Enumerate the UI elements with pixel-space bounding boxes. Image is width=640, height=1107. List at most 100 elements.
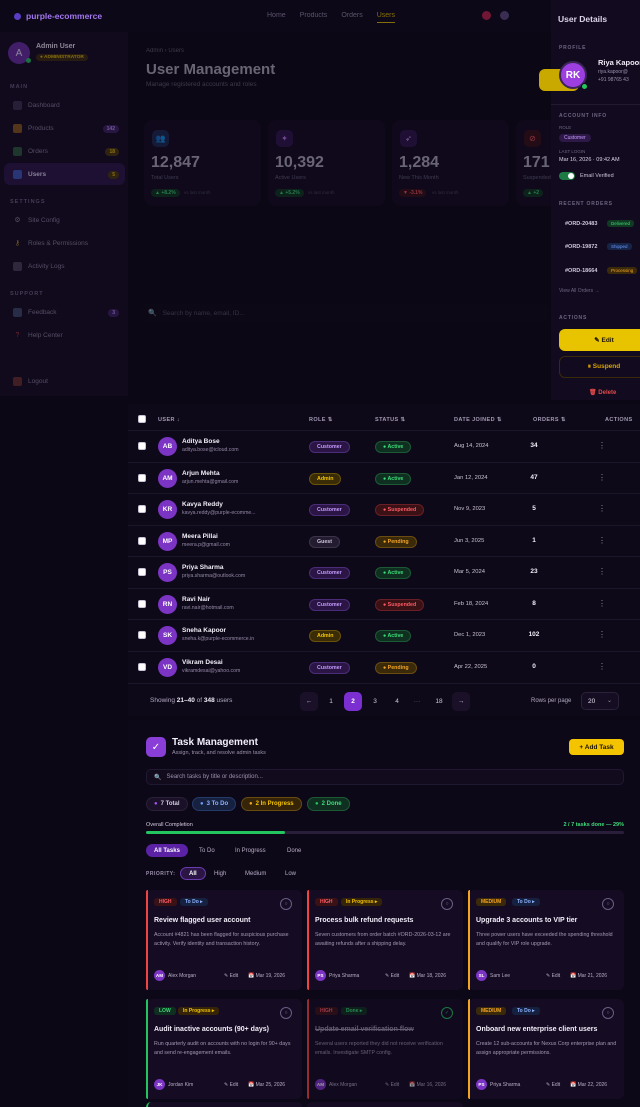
select-all-checkbox[interactable]	[138, 415, 146, 423]
edit-task-button[interactable]: ✎ Edit	[385, 973, 399, 979]
table-row[interactable]: VD Vikram Desai vikramdesai@yahoo.com Cu…	[128, 651, 640, 682]
sidebar-item-site-config[interactable]: ⚙ Site Config	[4, 209, 125, 231]
task-card[interactable]: MEDIUM To Do ▸ ○ Upgrade 3 accounts to V…	[468, 890, 624, 990]
table-row[interactable]: SK Sneha Kapoor sneha.k@purple-ecommerce…	[128, 619, 640, 650]
sidebar-item-feedback[interactable]: Feedback 3	[4, 301, 125, 323]
task-status-badge[interactable]: In Progress ▸	[178, 1007, 220, 1015]
table-row[interactable]: MP Meera Pillai meera.p@gmail.com Guest …	[128, 525, 640, 556]
complete-toggle[interactable]: ○	[441, 898, 453, 910]
column-header-status[interactable]: STATUS ⇅	[375, 417, 406, 423]
next-page-button[interactable]: →	[452, 692, 470, 711]
row-menu-icon[interactable]: ⋮	[598, 567, 606, 576]
row-checkbox[interactable]	[138, 537, 146, 545]
view-all-orders-link[interactable]: View All Orders →	[559, 288, 599, 294]
task-status-badge[interactable]: To Do ▸	[180, 898, 208, 906]
edit-task-button[interactable]: ✎ Edit	[546, 1082, 560, 1088]
task-card[interactable]: LOW In Progress ▸ ○ Audit inactive accou…	[146, 999, 302, 1099]
table-row[interactable]: AM Arjun Mehta arjun.mehta@gmail.com Adm…	[128, 462, 640, 493]
edit-task-button[interactable]: ✎ Edit	[224, 973, 238, 979]
email-verified-toggle[interactable]	[559, 172, 575, 180]
prev-page-button[interactable]: ←	[300, 692, 318, 711]
tab-done[interactable]: Done	[279, 844, 309, 857]
complete-toggle[interactable]: ○	[602, 898, 614, 910]
rows-per-page-select[interactable]: 20 ⌄	[581, 692, 619, 710]
order-id[interactable]: #ORD-20483	[565, 221, 597, 227]
order-id[interactable]: #ORD-18664	[565, 268, 597, 274]
priority-tab-medium[interactable]: Medium	[237, 867, 274, 880]
complete-toggle[interactable]: ○	[280, 1007, 292, 1019]
tab-in-progress[interactable]: In Progress	[227, 844, 274, 857]
row-menu-icon[interactable]: ⋮	[598, 473, 606, 482]
page-button-4[interactable]: 4	[388, 692, 406, 711]
page-button-3[interactable]: 3	[366, 692, 384, 711]
sidebar-item-logout[interactable]: Logout	[4, 370, 125, 392]
priority-tab-low[interactable]: Low	[277, 867, 304, 880]
order-id[interactable]: #ORD-19872	[565, 244, 597, 250]
row-checkbox[interactable]	[138, 600, 146, 608]
row-menu-icon[interactable]: ⋮	[598, 441, 606, 450]
nav-link-orders[interactable]: Orders	[341, 12, 362, 23]
edit-task-button[interactable]: ✎ Edit	[385, 1082, 399, 1088]
sidebar-item-dashboard[interactable]: Dashboard	[4, 94, 125, 116]
edit-task-button[interactable]: ✎ Edit	[546, 973, 560, 979]
task-status-badge[interactable]: To Do ▸	[512, 898, 540, 906]
nav-link-users[interactable]: Users	[376, 12, 395, 23]
edit-user-button[interactable]: ✎ Edit	[559, 329, 640, 351]
table-row[interactable]: AB Aditya Bose aditya.bose@icloud.com Cu…	[128, 430, 640, 461]
task-status-badge[interactable]: Done ▸	[341, 1007, 368, 1015]
task-card[interactable]: MEDIUM To Do ▸ ○ Onboard new enterprise …	[468, 999, 624, 1099]
task-search-input[interactable]: 🔍 Search tasks by title or description...	[146, 769, 624, 785]
task-card[interactable]: HIGH In Progress ▸ ○ Process bulk refund…	[307, 890, 463, 990]
sidebar-item-users[interactable]: Users 5	[4, 163, 125, 185]
table-row[interactable]: PS Priya Sharma priya.sharma@outlook.com…	[128, 556, 640, 587]
complete-toggle[interactable]: ○	[602, 1007, 614, 1019]
row-menu-icon[interactable]: ⋮	[598, 504, 606, 513]
sidebar-item-help-center[interactable]: ? Help Center	[4, 324, 125, 346]
row-menu-icon[interactable]: ⋮	[598, 536, 606, 545]
brand-logo[interactable]: purple-ecommerce	[14, 11, 102, 21]
page-button-1[interactable]: 1	[322, 692, 340, 711]
row-checkbox[interactable]	[138, 631, 146, 639]
task-card[interactable]: HIGH Done ▸ ✓ Update email verification …	[307, 999, 463, 1099]
column-header-orders[interactable]: ORDERS ⇅	[533, 417, 566, 423]
row-menu-icon[interactable]: ⋮	[598, 630, 606, 639]
add-task-button[interactable]: + Add Task	[569, 739, 624, 755]
suspend-user-button[interactable]: ⏸ Suspend	[559, 356, 640, 378]
sidebar-item-products[interactable]: Products 142	[4, 117, 125, 139]
user-name: Arjun Mehta	[182, 470, 220, 477]
row-menu-icon[interactable]: ⋮	[598, 662, 606, 671]
sidebar-item-orders[interactable]: Orders 18	[4, 140, 125, 162]
task-card[interactable]: HIGH To Do ▸ ○ Review flagged user accou…	[146, 890, 302, 990]
task-status-badge[interactable]: In Progress ▸	[341, 898, 383, 906]
row-menu-icon[interactable]: ⋮	[598, 599, 606, 608]
complete-toggle[interactable]: ○	[280, 898, 292, 910]
sidebar-item-activity-logs[interactable]: Activity Logs	[4, 255, 125, 277]
table-row[interactable]: KR Kavya Reddy kavya.reddy@purple-ecomme…	[128, 493, 640, 524]
tab-to-do[interactable]: To Do	[191, 844, 223, 857]
row-checkbox[interactable]	[138, 663, 146, 671]
priority-tab-high[interactable]: High	[206, 867, 234, 880]
tab-all-tasks[interactable]: All Tasks	[146, 844, 188, 857]
page-button-2[interactable]: 2	[344, 692, 362, 711]
column-header-user[interactable]: USER ↓	[158, 417, 180, 423]
sidebar-item-label: Logout	[28, 377, 48, 385]
task-status-badge[interactable]: To Do ▸	[512, 1007, 540, 1015]
nav-link-home[interactable]: Home	[267, 12, 286, 23]
priority-tab-all[interactable]: All	[180, 867, 206, 880]
completed-check-icon[interactable]: ✓	[441, 1007, 453, 1019]
column-header-role[interactable]: ROLE ⇅	[309, 417, 333, 423]
sidebar-item-roles[interactable]: ⚷ Roles & Permissions	[4, 232, 125, 254]
edit-task-button[interactable]: ✎ Edit	[224, 1082, 238, 1088]
page-button-18[interactable]: 18	[430, 692, 448, 711]
row-checkbox[interactable]	[138, 474, 146, 482]
notification-icon[interactable]	[482, 11, 491, 20]
delete-user-button[interactable]: 🗑 Delete	[589, 389, 616, 396]
row-checkbox[interactable]	[138, 442, 146, 450]
search-input[interactable]: 🔍 Search by name, email, ID...	[140, 304, 550, 322]
row-checkbox[interactable]	[138, 505, 146, 513]
nav-link-products[interactable]: Products	[300, 12, 328, 23]
column-header-date-joined[interactable]: DATE JOINED ⇅	[454, 417, 502, 423]
row-checkbox[interactable]	[138, 568, 146, 576]
profile-menu-icon[interactable]	[500, 11, 509, 20]
table-row[interactable]: RN Ravi Nair ravi.nair@hotmail.com Custo…	[128, 588, 640, 619]
